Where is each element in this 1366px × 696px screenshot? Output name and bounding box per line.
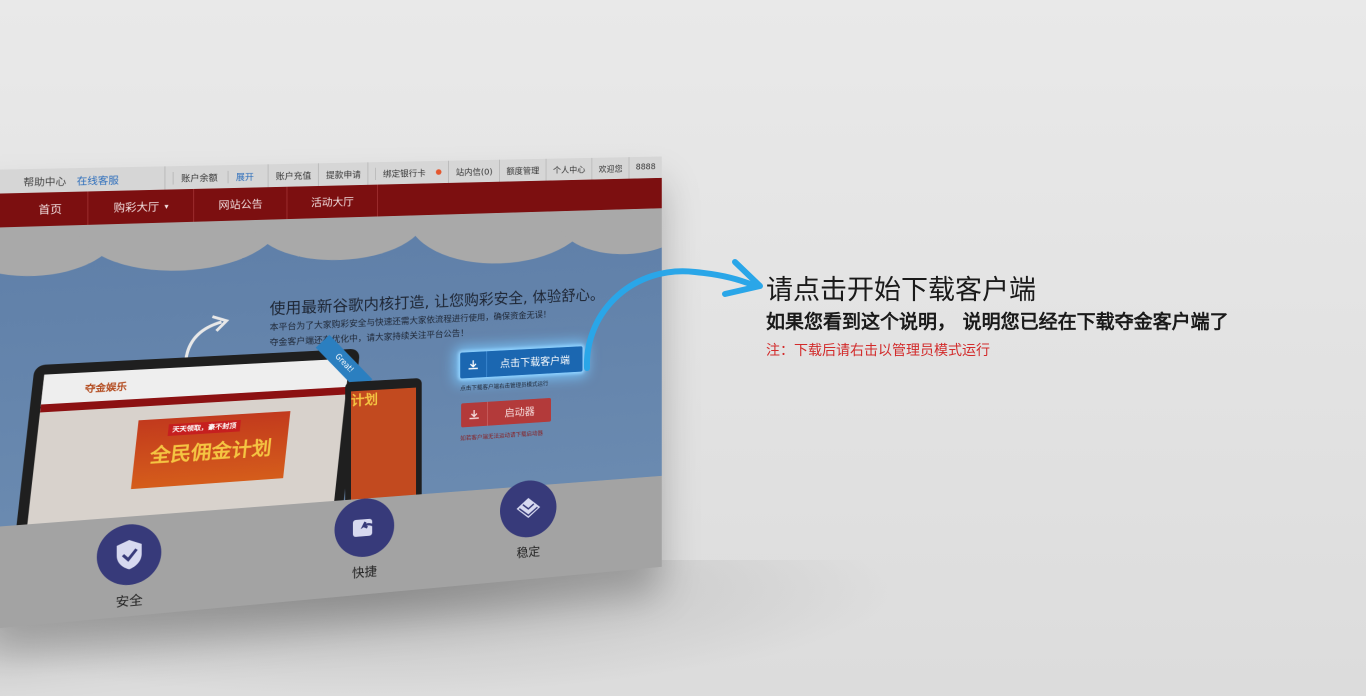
pointer-arrow-icon [583, 259, 763, 371]
tablet-mockup: 计划 [345, 377, 422, 515]
download-client-label: 点击下载客户端 [499, 354, 570, 370]
nav-home-label: 首页 [38, 202, 62, 217]
chevron-down-icon: ▾ [164, 201, 169, 211]
nav-announcements[interactable]: 网站公告 [194, 186, 288, 222]
topbar-item-withdraw[interactable]: 提款申请 [318, 162, 368, 187]
launcher-button[interactable]: 启动器 [461, 397, 552, 428]
nav-lottery-hall-label: 购彩大厅 [113, 200, 160, 215]
topbar-item-limits[interactable]: 额度管理 [499, 158, 546, 182]
feature-fast: 快捷 [321, 495, 408, 584]
nav-announcements-label: 网站公告 [218, 197, 263, 212]
feature-stable-label: 稳定 [516, 545, 541, 562]
nav-events-label: 活动大厅 [311, 195, 354, 209]
download-note: 点击下载客户端右击管理员模式运行 [460, 380, 549, 393]
feature-security-label: 安全 [115, 593, 143, 611]
launcher-label: 启动器 [504, 405, 535, 420]
bindcard-label: 绑定银行卡 [375, 166, 433, 180]
monitor-mockup: 夺金娱乐 天天领取，豪不封顶 全民佣金计划 Great! [12, 334, 373, 528]
mini-promo-banner: 天天领取，豪不封顶 全民佣金计划 [130, 411, 291, 490]
tablet-banner-text: 计划 [350, 392, 378, 410]
feature-security: 安全 [82, 521, 176, 614]
topbar-item-recharge[interactable]: 账户充值 [267, 163, 319, 188]
balance-item[interactable]: 账户余额 展开 [164, 164, 268, 190]
download-icon [461, 401, 489, 428]
pyramid-icon [499, 478, 557, 540]
launcher-note[interactable]: 如若客户端无法运动请下载启动器 [460, 428, 543, 442]
nav-events[interactable]: 活动大厅 [287, 184, 378, 220]
nav-lottery-hall[interactable]: 购彩大厅 ▾ [88, 188, 195, 225]
nav-home[interactable]: 首页 [12, 191, 89, 228]
help-center-link[interactable]: 帮助中心 [23, 173, 66, 189]
balance-label: 账户余额 [172, 170, 225, 185]
mini-banner-title: 全民佣金计划 [148, 435, 273, 467]
fast-arrow-icon [334, 496, 395, 560]
tablet-screen: 计划 [350, 387, 417, 507]
notification-dot [436, 169, 442, 175]
feature-fast-label: 快捷 [351, 565, 377, 582]
instructions-subtitle: 如果您看到这个说明， 说明您已经在下载夺金客户端了 [766, 311, 1229, 333]
online-service-link[interactable]: 在线客服 [77, 172, 119, 188]
site-preview-panel: 帮助中心 在线客服 账户余额 展开 账户充值 提款申请 绑定银行卡 站内信(0) … [0, 156, 662, 630]
feature-stable: 稳定 [487, 478, 569, 564]
topbar-welcome: 欢迎您 [591, 157, 629, 180]
download-client-button[interactable]: 点击下载客户端 [460, 346, 583, 379]
topbar-item-bindcard[interactable]: 绑定银行卡 [367, 160, 449, 185]
instructions-note: 注：下载后请右击以管理员模式运行 [766, 343, 990, 359]
shield-check-icon [96, 521, 162, 588]
download-icon [460, 351, 488, 379]
mini-site-logo: 夺金娱乐 [84, 381, 128, 396]
balance-value[interactable]: 展开 [227, 169, 261, 183]
topbar-item-profile[interactable]: 个人中心 [545, 157, 592, 181]
topbar-username[interactable]: 8888 [628, 156, 662, 179]
topbar-item-messages[interactable]: 站内信(0) [448, 159, 500, 183]
instructions-title: 请点击开始下载客户端 [766, 275, 1036, 306]
